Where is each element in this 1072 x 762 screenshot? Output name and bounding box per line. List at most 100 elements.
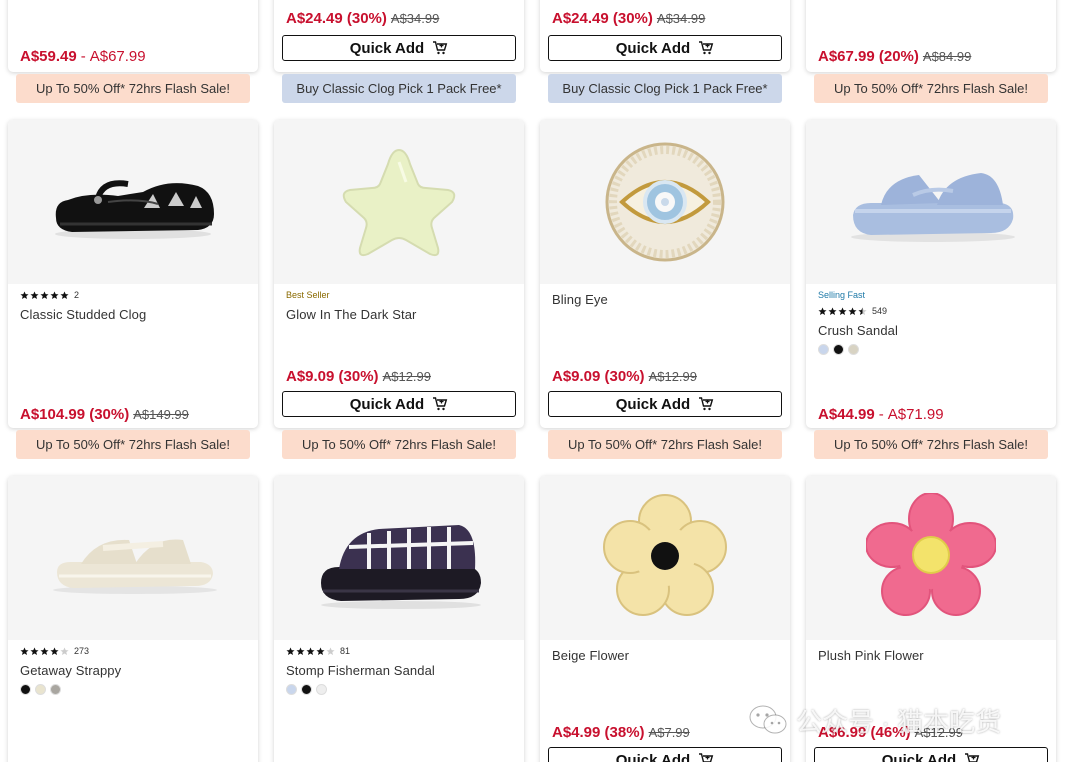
rating[interactable]: 549: [818, 306, 1044, 316]
sale-price: A$44.99: [818, 406, 875, 423]
cart-icon: [433, 397, 448, 411]
quick-add-button[interactable]: Quick Add: [814, 747, 1048, 762]
promo-banner[interactable]: Up To 50% Off* 72hrs Flash Sale!: [282, 430, 516, 459]
product-image[interactable]: [806, 476, 1056, 640]
product-card[interactable]: A$24.49 (30%) A$34.99 Quick Add: [540, 0, 790, 72]
product-name[interactable]: Beige Flower: [552, 648, 778, 663]
wechat-icon: [749, 705, 787, 734]
product-image[interactable]: [540, 120, 790, 284]
price-separator: -: [878, 406, 884, 423]
product-image[interactable]: [540, 476, 790, 640]
color-swatch[interactable]: [35, 684, 46, 695]
review-count: 549: [872, 306, 888, 316]
sale-price: A$24.49 (30%): [552, 10, 653, 27]
price: A$59.49 - A$67.99: [20, 48, 146, 65]
product-image[interactable]: [806, 120, 1056, 284]
product-name[interactable]: Bling Eye: [552, 292, 778, 307]
color-swatch[interactable]: [818, 344, 829, 355]
product-card[interactable]: 81 Stomp Fisherman Sandal: [274, 476, 524, 762]
pink-flower-icon: [866, 493, 996, 616]
color-swatch[interactable]: [286, 684, 297, 695]
blue-sandal-icon: [851, 173, 1015, 242]
color-swatch[interactable]: [301, 684, 312, 695]
max-price: A$71.99: [887, 406, 944, 423]
review-count: 81: [340, 646, 351, 656]
product-card[interactable]: A$24.49 (30%) A$34.99 Quick Add: [274, 0, 524, 72]
price: A$4.99 (38%) A$7.99: [552, 724, 690, 741]
product-name[interactable]: Stomp Fisherman Sandal: [286, 663, 512, 678]
price: A$24.49 (30%) A$34.99: [286, 10, 439, 27]
rating[interactable]: 273: [20, 646, 246, 656]
quick-add-label: Quick Add: [881, 751, 957, 762]
product-image[interactable]: [274, 120, 524, 284]
star-rating-icon: [20, 646, 69, 656]
product-card[interactable]: Selling Fast 549 Crush Sandal A$44.99 - …: [806, 120, 1056, 428]
product-name[interactable]: Crush Sandal: [818, 323, 1044, 338]
cart-icon: [699, 41, 714, 55]
sale-price: A$4.99 (38%): [552, 724, 645, 741]
product-name[interactable]: Classic Studded Clog: [20, 307, 246, 322]
quick-add-label: Quick Add: [615, 395, 691, 413]
color-swatch[interactable]: [316, 684, 327, 695]
price: A$67.99 (20%) A$84.99: [818, 48, 971, 65]
sale-price: A$104.99 (30%): [20, 406, 130, 423]
star-charm-icon: [342, 148, 456, 257]
badge-selling-fast: Selling Fast: [818, 290, 866, 300]
promo-banner[interactable]: Buy Classic Clog Pick 1 Pack Free*: [548, 74, 782, 103]
quick-add-button[interactable]: Quick Add: [548, 747, 782, 762]
quick-add-button[interactable]: Quick Add: [282, 391, 516, 417]
price: A$44.99 - A$71.99: [818, 406, 944, 423]
star-rating-icon: [20, 290, 69, 300]
black-clog-icon: [55, 180, 214, 239]
sale-price: A$9.09 (30%): [286, 368, 379, 385]
product-card[interactable]: A$59.49 - A$67.99: [8, 0, 258, 72]
watermark: 公众号 · 猫本吃货: [748, 702, 1001, 738]
product-name[interactable]: Glow In The Dark Star: [286, 307, 512, 322]
cart-icon: [965, 753, 980, 762]
color-swatch[interactable]: [833, 344, 844, 355]
quick-add-button[interactable]: Quick Add: [282, 35, 516, 61]
beige-flower-icon: [603, 494, 727, 616]
product-card[interactable]: Best Seller Glow In The Dark Star A$9.09…: [274, 120, 524, 428]
promo-banner[interactable]: Up To 50% Off* 72hrs Flash Sale!: [814, 430, 1048, 459]
product-card[interactable]: A$67.99 (20%) A$84.99: [806, 0, 1056, 72]
original-price: A$34.99: [656, 11, 706, 26]
color-swatches: [818, 344, 1044, 355]
color-swatch[interactable]: [848, 344, 859, 355]
product-card[interactable]: 273 Getaway Strappy: [8, 476, 258, 762]
promo-banner[interactable]: Buy Classic Clog Pick 1 Pack Free*: [282, 74, 516, 103]
badge-best-seller: Best Seller: [286, 290, 330, 300]
promo-banner[interactable]: Up To 50% Off* 72hrs Flash Sale!: [16, 74, 250, 103]
quick-add-button[interactable]: Quick Add: [548, 391, 782, 417]
product-image[interactable]: [8, 120, 258, 284]
original-price: A$12.99: [382, 369, 431, 384]
product-card[interactable]: 2 Classic Studded Clog A$104.99 (30%) A$…: [8, 120, 258, 428]
original-price: A$34.99: [390, 11, 440, 26]
cart-icon: [433, 41, 448, 55]
product-name[interactable]: Getaway Strappy: [20, 663, 246, 678]
original-price: A$149.99: [133, 407, 189, 422]
rating[interactable]: 81: [286, 646, 512, 656]
promo-banner[interactable]: Up To 50% Off* 72hrs Flash Sale!: [548, 430, 782, 459]
promo-banner[interactable]: Up To 50% Off* 72hrs Flash Sale!: [16, 430, 250, 459]
sale-price: A$24.49 (30%): [286, 10, 387, 27]
review-count: 273: [74, 646, 90, 656]
quick-add-button[interactable]: Quick Add: [548, 35, 782, 61]
original-price: A$84.99: [922, 49, 972, 64]
color-swatch[interactable]: [20, 684, 31, 695]
price-separator: -: [80, 48, 86, 65]
quick-add-label: Quick Add: [615, 751, 691, 762]
star-rating-icon: [818, 306, 867, 316]
promo-banner[interactable]: Up To 50% Off* 72hrs Flash Sale!: [814, 74, 1048, 103]
product-image[interactable]: [274, 476, 524, 640]
rating[interactable]: 2: [20, 290, 246, 300]
cart-icon: [699, 753, 714, 762]
price: A$24.49 (30%) A$34.99: [552, 10, 705, 27]
product-card[interactable]: Bling Eye A$9.09 (30%) A$12.99 Quick Add: [540, 120, 790, 428]
product-name[interactable]: Plush Pink Flower: [818, 648, 1044, 663]
price: A$9.09 (30%) A$12.99: [286, 368, 431, 385]
color-swatch[interactable]: [50, 684, 61, 695]
original-price: A$7.99: [648, 725, 690, 740]
product-image[interactable]: [8, 476, 258, 640]
color-swatches: [20, 684, 246, 695]
